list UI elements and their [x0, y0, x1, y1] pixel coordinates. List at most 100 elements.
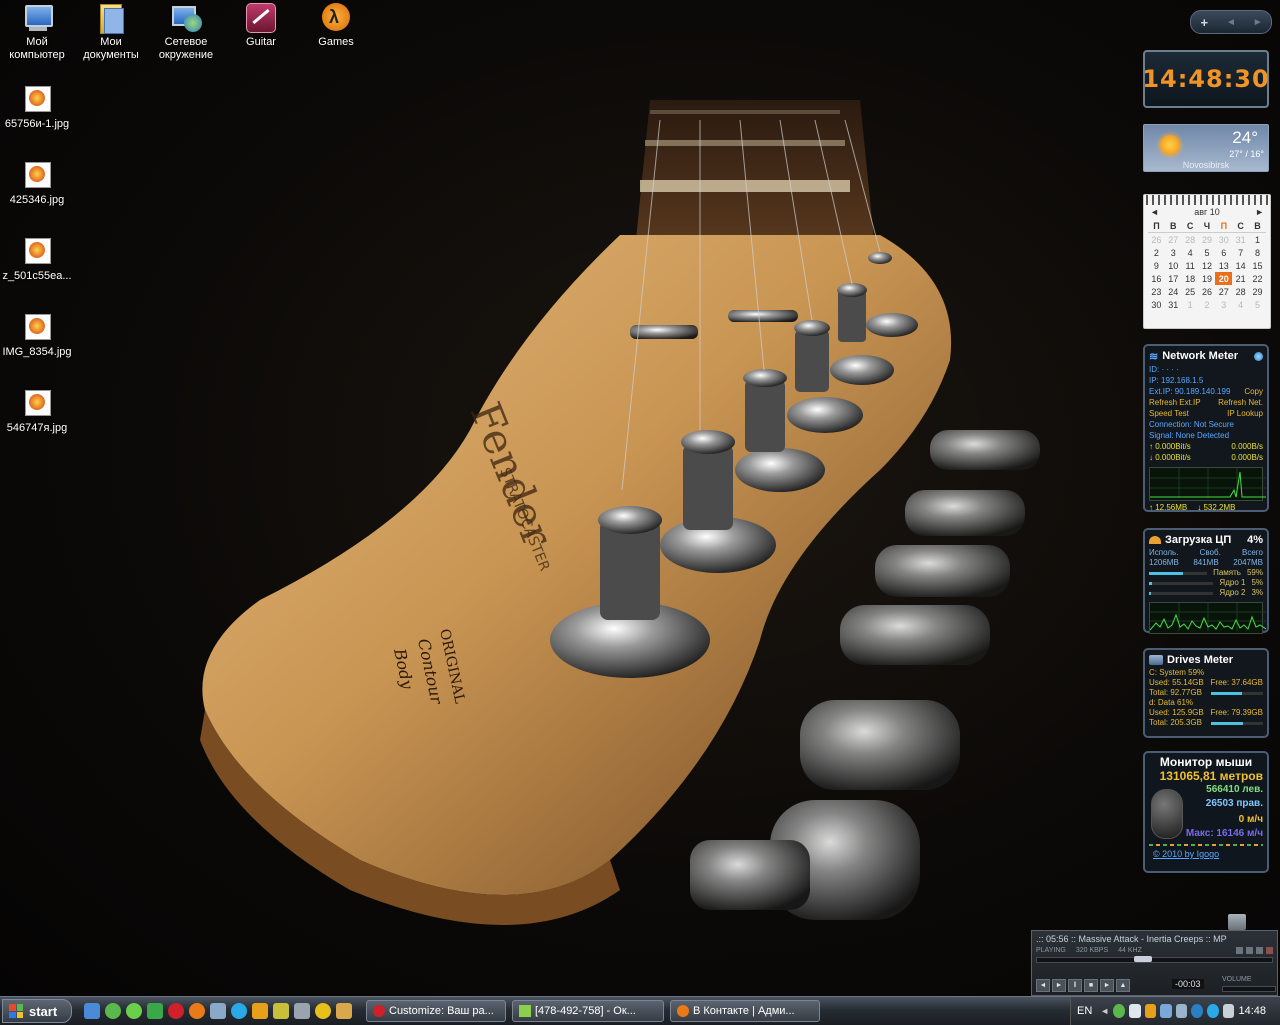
skype-icon[interactable] [231, 1003, 247, 1019]
add-gadget-button[interactable]: + [1191, 15, 1218, 30]
ccleaner-icon[interactable] [147, 1003, 163, 1019]
calendar-day[interactable]: 3 [1215, 298, 1232, 311]
calendar-gadget[interactable]: ◄ авг 10 ► П В С Ч П С В 26 27 28 29 30 … [1143, 194, 1271, 329]
winamp-shade-icon[interactable] [1256, 947, 1263, 954]
ip-lookup-link[interactable]: IP Lookup [1227, 408, 1263, 419]
taskbar-button-icq[interactable]: [478-492-758] - Ок... [512, 1000, 664, 1022]
copy-ip-link[interactable]: Copy [1244, 386, 1263, 397]
winamp-icon[interactable] [252, 1003, 268, 1019]
calendar-day[interactable]: 29 [1199, 233, 1216, 247]
calendar-day[interactable]: 21 [1232, 272, 1249, 285]
eject-button[interactable]: ▲ [1116, 979, 1130, 992]
calendar-day[interactable]: 15 [1249, 259, 1266, 272]
calendar-day[interactable]: 5 [1249, 298, 1266, 311]
utorrent-tray-icon[interactable] [1113, 1004, 1125, 1018]
calendar-day[interactable]: 29 [1249, 285, 1266, 298]
recycle-bin-icon[interactable] [1228, 914, 1246, 930]
utorrent-icon[interactable] [105, 1003, 121, 1019]
desktop-icon-my-computer[interactable]: Мой компьютер [0, 2, 74, 62]
monitor-tray-icon[interactable] [1160, 1004, 1172, 1018]
calendar-day[interactable]: 23 [1148, 285, 1165, 298]
calendar-day[interactable]: 28 [1232, 285, 1249, 298]
calendar-day[interactable]: 8 [1249, 246, 1266, 259]
winamp-seek-bar[interactable] [1036, 956, 1273, 963]
calendar-day[interactable]: 14 [1232, 259, 1249, 272]
winamp-close-icon[interactable] [1266, 947, 1273, 954]
previous-track-button[interactable]: ◄ [1036, 979, 1050, 992]
desktop-icon-my-documents[interactable]: Мои документы [74, 2, 148, 62]
refresh-net-link[interactable]: Refresh Net. [1218, 397, 1263, 408]
calendar-day[interactable]: 26 [1148, 233, 1165, 247]
calendar-day[interactable]: 2 [1199, 298, 1216, 311]
tools-icon[interactable] [336, 1003, 352, 1019]
calendar-day[interactable]: 31 [1165, 298, 1182, 311]
next-track-button[interactable]: ► [1100, 979, 1114, 992]
clock-gadget[interactable]: 14:48:30 [1142, 50, 1269, 108]
calendar-day[interactable]: 25 [1182, 285, 1199, 298]
calendar-day[interactable]: 28 [1182, 233, 1199, 247]
start-button[interactable]: start [2, 999, 72, 1023]
calendar-day[interactable]: 1 [1182, 298, 1199, 311]
calculator-icon[interactable] [294, 1003, 310, 1019]
show-desktop-icon[interactable] [84, 1003, 100, 1019]
calendar-day[interactable]: 11 [1182, 259, 1199, 272]
winamp-volume-slider[interactable] [1222, 986, 1276, 992]
calendar-day[interactable]: 31 [1232, 233, 1249, 247]
calendar-day[interactable]: 10 [1165, 259, 1182, 272]
winamp-minimize-icon[interactable] [1246, 947, 1253, 954]
calendar-day[interactable]: 24 [1165, 285, 1182, 298]
volume-tray-icon[interactable] [1222, 1004, 1235, 1018]
globe-tray-icon[interactable] [1191, 1004, 1204, 1018]
calendar-day[interactable]: 1 [1249, 233, 1266, 247]
calendar-prev-button[interactable]: ◄ [1150, 207, 1159, 217]
icq-icon[interactable] [126, 1003, 142, 1019]
mouse-credit-link[interactable]: © 2010 by Igogo [1149, 849, 1263, 859]
winamp-tray-icon[interactable] [1144, 1004, 1157, 1018]
qip-icon[interactable] [273, 1003, 289, 1019]
calendar-day[interactable]: 9 [1148, 259, 1165, 272]
calendar-day[interactable]: 30 [1148, 298, 1165, 311]
calendar-day[interactable]: 13 [1215, 259, 1232, 272]
calendar-day[interactable]: 19 [1199, 272, 1216, 285]
desktop-file-jpg[interactable]: 425346.jpg [0, 160, 74, 207]
taskbar-clock[interactable]: 14:48 [1238, 1005, 1266, 1017]
taskbar-button-firefox[interactable]: В Контакте | Адми... [670, 1000, 820, 1022]
desktop-file-jpg[interactable]: 546747я.jpg [0, 388, 74, 435]
play-button[interactable]: ► [1052, 979, 1066, 992]
desktop-file-jpg[interactable]: z_501c55ea... [0, 236, 74, 283]
winamp-seek-thumb[interactable] [1133, 956, 1152, 962]
speed-test-link[interactable]: Speed Test [1149, 408, 1189, 419]
totalcmd-icon[interactable] [210, 1003, 226, 1019]
calendar-today[interactable]: 20 [1215, 272, 1233, 285]
calendar-day[interactable]: 22 [1249, 272, 1266, 285]
skype-tray-icon[interactable] [1207, 1004, 1219, 1018]
desktop-file-jpg[interactable]: IMG_8354.jpg [0, 312, 74, 359]
taskbar-button-opera[interactable]: Customize: Ваш ра... [366, 1000, 506, 1022]
opera-icon[interactable] [168, 1003, 184, 1019]
winamp-menu-icon[interactable] [1236, 947, 1243, 954]
pause-button[interactable]: ‖ [1068, 979, 1082, 992]
previous-page-button[interactable]: ◄ [1218, 17, 1245, 28]
calendar-day[interactable]: 27 [1165, 233, 1182, 247]
language-indicator[interactable]: EN [1077, 1005, 1092, 1017]
desktop-icon-games[interactable]: λ Games [299, 2, 373, 49]
network-tray-icon[interactable] [1175, 1004, 1188, 1018]
calendar-day[interactable]: 30 [1215, 233, 1232, 247]
stop-button[interactable]: ■ [1084, 979, 1098, 992]
calendar-day[interactable]: 17 [1165, 272, 1182, 285]
calendar-day[interactable]: 4 [1182, 246, 1199, 259]
firefox-icon[interactable] [189, 1003, 205, 1019]
calendar-day[interactable]: 12 [1199, 259, 1216, 272]
calendar-day[interactable]: 7 [1232, 246, 1249, 259]
calendar-day[interactable]: 16 [1148, 272, 1165, 285]
calendar-next-button[interactable]: ► [1255, 207, 1264, 217]
calendar-day[interactable]: 4 [1232, 298, 1249, 311]
next-page-button[interactable]: ► [1244, 17, 1271, 28]
weather-gadget[interactable]: 24° 27° / 16° Novosibirsk [1143, 124, 1269, 172]
desktop-icon-guitar[interactable]: Guitar [224, 2, 298, 49]
calendar-day[interactable]: 18 [1182, 272, 1199, 285]
calendar-day[interactable]: 2 [1148, 246, 1165, 259]
desktop-icon-network-places[interactable]: Сетевое окружение [149, 2, 223, 62]
calendar-day[interactable]: 26 [1199, 285, 1216, 298]
calendar-day[interactable]: 5 [1199, 246, 1216, 259]
